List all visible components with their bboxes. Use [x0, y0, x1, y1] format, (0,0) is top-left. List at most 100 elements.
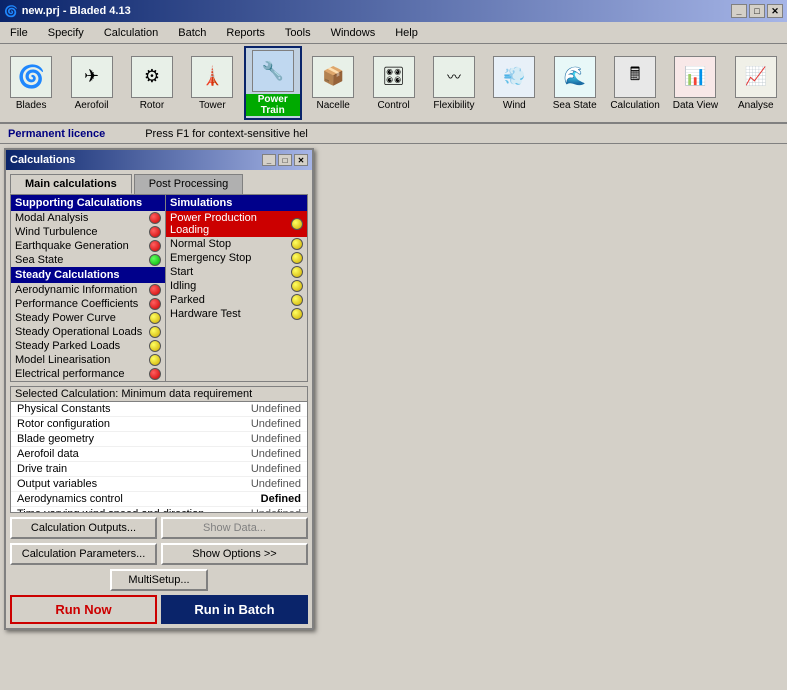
- tool-dataview-label: Data View: [673, 100, 718, 111]
- calc-earthquake[interactable]: Earthquake Generation: [11, 239, 165, 253]
- calc-sea-state[interactable]: Sea State: [11, 253, 165, 267]
- steady-parked-dot: [149, 340, 161, 352]
- calc-electrical[interactable]: Electrical performance: [11, 367, 165, 381]
- calc-performance[interactable]: Performance Coefficients: [11, 297, 165, 311]
- calc-params-button[interactable]: Calculation Parameters...: [10, 543, 157, 565]
- tool-nacelle-label: Nacelle: [317, 100, 350, 111]
- sim-power-production[interactable]: Power Production Loading: [166, 211, 307, 237]
- sim-idling[interactable]: Idling: [166, 279, 307, 293]
- sel-calc-list[interactable]: Physical Constants Undefined Rotor confi…: [11, 402, 307, 512]
- model-linearisation-label: Model Linearisation: [15, 354, 110, 366]
- sim-emergency-stop[interactable]: Emergency Stop: [166, 251, 307, 265]
- tool-calculation[interactable]: 🖩 Calculation: [606, 46, 664, 120]
- steady-power-dot: [149, 312, 161, 324]
- multisetup-button[interactable]: MultiSetup...: [110, 569, 207, 591]
- calc-aerodynamic[interactable]: Aerodynamic Information: [11, 283, 165, 297]
- start-label: Start: [170, 266, 193, 278]
- menu-file[interactable]: File: [4, 25, 34, 41]
- aerofoil-icon: ✈: [71, 56, 113, 98]
- list-item: Blade geometry Undefined: [11, 432, 307, 447]
- calc-wind-turbulence[interactable]: Wind Turbulence: [11, 225, 165, 239]
- main-area: Calculations _ □ ✕ Main calculations Pos…: [0, 144, 787, 690]
- run-now-button[interactable]: Run Now: [10, 595, 157, 624]
- right-panel: Simulations Power Production Loading Nor…: [166, 195, 307, 381]
- tool-dataview[interactable]: 📊 Data View: [666, 46, 724, 120]
- dialog-minimize-button[interactable]: _: [262, 154, 276, 166]
- analyse-icon: 📈: [735, 56, 777, 98]
- emergency-stop-label: Emergency Stop: [170, 252, 251, 264]
- hardware-test-label: Hardware Test: [170, 308, 241, 320]
- toolbar: 🌀 Blades ✈ Aerofoil ⚙ Rotor 🗼 Tower 🔧 Po…: [0, 44, 787, 124]
- power-production-dot: [291, 218, 303, 230]
- close-button[interactable]: ✕: [767, 4, 783, 18]
- maximize-button[interactable]: □: [749, 4, 765, 18]
- sim-normal-stop[interactable]: Normal Stop: [166, 237, 307, 251]
- list-item: Aerodynamics control Defined: [11, 492, 307, 507]
- menu-specify[interactable]: Specify: [42, 25, 90, 41]
- menu-reports[interactable]: Reports: [220, 25, 271, 41]
- title-bar-left: 🌀 new.prj - Bladed 4.13: [4, 5, 131, 18]
- flexibility-icon: 〰: [433, 56, 475, 98]
- menu-windows[interactable]: Windows: [325, 25, 382, 41]
- calc-steady-parked[interactable]: Steady Parked Loads: [11, 339, 165, 353]
- tool-control[interactable]: 🎛 Control: [364, 46, 422, 120]
- item-label: Drive train: [17, 463, 67, 475]
- sim-hardware-test[interactable]: Hardware Test: [166, 307, 307, 321]
- tool-flexibility[interactable]: 〰 Flexibility: [425, 46, 483, 120]
- performance-label: Performance Coefficients: [15, 298, 138, 310]
- item-value: Undefined: [251, 463, 301, 475]
- item-label: Time varying wind speed and direction: [17, 508, 204, 512]
- modal-analysis-dot: [149, 212, 161, 224]
- calc-outputs-button[interactable]: Calculation Outputs...: [10, 517, 157, 539]
- dialog-title-text: Calculations: [10, 154, 75, 166]
- tool-wind[interactable]: 💨 Wind: [485, 46, 543, 120]
- calc-modal-analysis[interactable]: Modal Analysis: [11, 211, 165, 225]
- normal-stop-label: Normal Stop: [170, 238, 231, 250]
- start-dot: [291, 266, 303, 278]
- idling-label: Idling: [170, 280, 196, 292]
- dialog-maximize-button[interactable]: □: [278, 154, 292, 166]
- tool-nacelle[interactable]: 📦 Nacelle: [304, 46, 362, 120]
- list-item: Physical Constants Undefined: [11, 402, 307, 417]
- tool-powertrain[interactable]: 🔧 Power Train: [244, 46, 303, 120]
- tool-aerofoil[interactable]: ✈ Aerofoil: [62, 46, 120, 120]
- show-data-button[interactable]: Show Data...: [161, 517, 308, 539]
- item-value: Undefined: [251, 508, 301, 512]
- item-value: Undefined: [251, 433, 301, 445]
- help-text: Press F1 for context-sensitive hel: [145, 128, 308, 140]
- tab-main-calculations[interactable]: Main calculations: [10, 174, 132, 194]
- menu-tools[interactable]: Tools: [279, 25, 317, 41]
- tool-analyse[interactable]: 📈 Analyse: [727, 46, 785, 120]
- tool-rotor-label: Rotor: [140, 100, 164, 111]
- app-title: new.prj - Bladed 4.13: [22, 5, 131, 17]
- earthquake-label: Earthquake Generation: [15, 240, 129, 252]
- steady-operational-dot: [149, 326, 161, 338]
- dialog-title-controls: _ □ ✕: [262, 154, 308, 166]
- model-linearisation-dot: [149, 354, 161, 366]
- menu-batch[interactable]: Batch: [172, 25, 212, 41]
- dialog-close-button[interactable]: ✕: [294, 154, 308, 166]
- calc-model-linearisation[interactable]: Model Linearisation: [11, 353, 165, 367]
- menu-help[interactable]: Help: [389, 25, 424, 41]
- tool-seastate[interactable]: 🌊 Sea State: [546, 46, 604, 120]
- tool-rotor[interactable]: ⚙ Rotor: [123, 46, 181, 120]
- nacelle-icon: 📦: [312, 56, 354, 98]
- tab-post-processing[interactable]: Post Processing: [134, 174, 243, 194]
- sel-calc-title-text: Selected Calculation: Minimum data requi…: [15, 388, 252, 400]
- sim-start[interactable]: Start: [166, 265, 307, 279]
- item-label: Physical Constants: [17, 403, 111, 415]
- steady-parked-label: Steady Parked Loads: [15, 340, 120, 352]
- calc-steady-operational[interactable]: Steady Operational Loads: [11, 325, 165, 339]
- item-label: Blade geometry: [17, 433, 94, 445]
- sea-state-label: Sea State: [15, 254, 63, 266]
- run-batch-button[interactable]: Run in Batch: [161, 595, 308, 624]
- modal-analysis-label: Modal Analysis: [15, 212, 88, 224]
- menu-calculation[interactable]: Calculation: [98, 25, 164, 41]
- minimize-button[interactable]: _: [731, 4, 747, 18]
- calc-steady-power[interactable]: Steady Power Curve: [11, 311, 165, 325]
- show-options-button[interactable]: Show Options >>: [161, 543, 308, 565]
- sim-parked[interactable]: Parked: [166, 293, 307, 307]
- item-label: Output variables: [17, 478, 97, 490]
- tool-tower[interactable]: 🗼 Tower: [183, 46, 241, 120]
- tool-blades[interactable]: 🌀 Blades: [2, 46, 60, 120]
